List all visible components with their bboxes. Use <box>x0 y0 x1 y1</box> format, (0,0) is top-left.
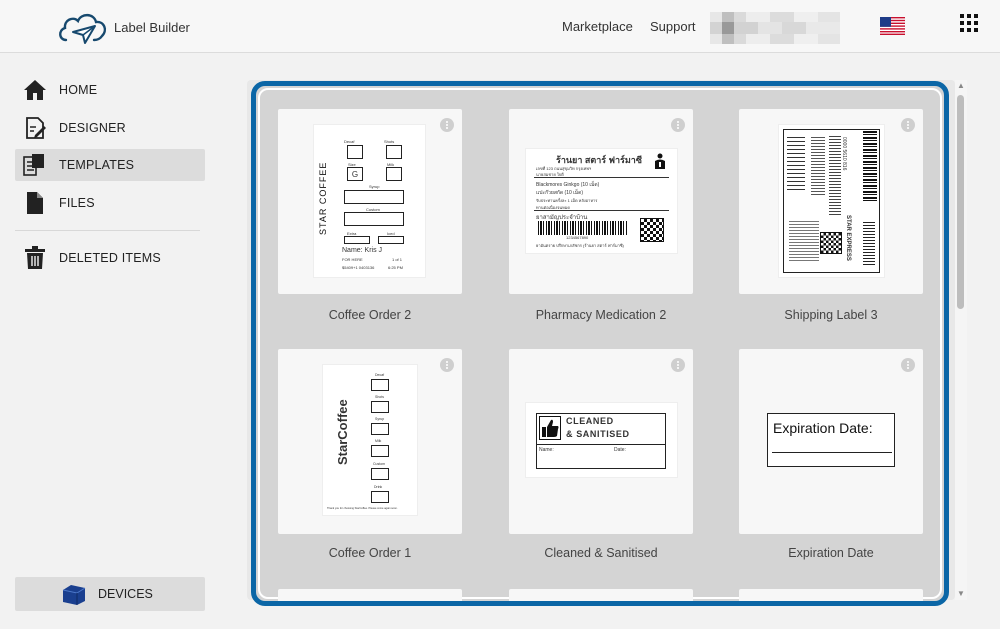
more-options-icon[interactable] <box>671 118 685 132</box>
more-options-icon[interactable] <box>440 118 454 132</box>
template-title[interactable]: Cleaned & Sanitised <box>509 546 693 560</box>
template-card-partial[interactable] <box>739 589 923 601</box>
sidebar-item-designer[interactable]: DESIGNER <box>15 112 205 144</box>
user-account-blurred[interactable] <box>710 12 840 44</box>
more-options-icon[interactable] <box>440 358 454 372</box>
template-card-coffee-order-1[interactable]: StarCoffee Decaf Shots Syrup Milk Custom… <box>278 349 462 534</box>
nav-support[interactable]: Support <box>650 19 696 34</box>
template-card-partial[interactable] <box>278 589 462 601</box>
nav-marketplace[interactable]: Marketplace <box>562 19 633 34</box>
sidebar-item-label: DESIGNER <box>59 121 126 135</box>
template-card-expiration-date[interactable]: Expiration Date: <box>739 349 923 534</box>
devices-button[interactable]: DEVICES <box>15 577 205 611</box>
sidebar-item-deleted[interactable]: DELETED ITEMS <box>15 242 205 274</box>
more-options-icon[interactable] <box>671 358 685 372</box>
template-thumbnail: ร้านยา สตาร์ ฟาร์มาซี เลขที่ 123 ถนนสุขุ… <box>526 149 677 253</box>
sidebar-item-label: FILES <box>59 196 95 210</box>
printer-device-icon <box>62 585 86 605</box>
qr-code <box>640 218 664 242</box>
cloud-logo-icon[interactable] <box>56 10 110 48</box>
home-icon <box>22 77 48 103</box>
template-title[interactable]: Coffee Order 1 <box>278 546 462 560</box>
template-thumbnail: StarCoffee Decaf Shots Syrup Milk Custom… <box>323 365 417 515</box>
barcode <box>863 131 877 201</box>
trash-icon <box>22 245 48 271</box>
qr-code <box>820 232 842 254</box>
template-card-cleaned-sanitised[interactable]: CLEANED & SANITISED Name: Date: <box>509 349 693 534</box>
template-card-partial[interactable] <box>509 589 693 601</box>
thumbs-up-icon <box>539 416 561 440</box>
sidebar-item-templates[interactable]: TEMPLATES <box>15 149 205 181</box>
sidebar: HOME DESIGNER TEMPLATES FILES DELETED IT… <box>0 54 225 629</box>
designer-icon <box>22 115 48 141</box>
template-thumbnail: Expiration Date: <box>767 413 895 467</box>
sidebar-divider <box>15 230 200 231</box>
sidebar-item-label: DELETED ITEMS <box>59 251 161 265</box>
app-title[interactable]: Label Builder <box>114 20 190 35</box>
templates-icon <box>22 152 48 178</box>
sidebar-item-label: TEMPLATES <box>59 158 135 172</box>
template-card-coffee-order-2[interactable]: STAR COFFEE Decaf Shots Size G Milk Syru… <box>278 109 462 294</box>
template-card-pharmacy-medication-2[interactable]: ร้านยา สตาร์ ฟาร์มาซี เลขที่ 123 ถนนสุขุ… <box>509 109 693 294</box>
scroll-up-arrow-icon[interactable]: ▲ <box>956 82 966 90</box>
barcode <box>538 221 628 235</box>
scrollbar-thumb[interactable] <box>957 95 964 309</box>
scroll-down-arrow-icon[interactable]: ▼ <box>956 590 966 598</box>
template-title[interactable]: Shipping Label 3 <box>739 308 923 322</box>
us-flag-icon[interactable] <box>880 17 905 35</box>
app-header: Label Builder Marketplace Support <box>0 0 1000 53</box>
pharmacist-icon <box>655 153 665 169</box>
template-title[interactable]: Coffee Order 2 <box>278 308 462 322</box>
templates-grid: STAR COFFEE Decaf Shots Size G Milk Syru… <box>251 81 949 606</box>
template-title[interactable]: Pharmacy Medication 2 <box>509 308 693 322</box>
file-icon <box>22 190 48 216</box>
sidebar-item-home[interactable]: HOME <box>15 74 205 106</box>
template-thumbnail: STAR COFFEE Decaf Shots Size G Milk Syru… <box>314 125 425 277</box>
sidebar-item-files[interactable]: FILES <box>15 187 205 219</box>
template-title[interactable]: Expiration Date <box>739 546 923 560</box>
template-thumbnail: CLEANED & SANITISED Name: Date: <box>526 403 677 477</box>
grid-apps-icon[interactable] <box>960 14 978 32</box>
more-options-icon[interactable] <box>901 358 915 372</box>
sidebar-item-label: HOME <box>59 83 98 97</box>
more-options-icon[interactable] <box>901 118 915 132</box>
template-card-shipping-label-3[interactable]: 0000 5610 816 STAR EXPRESS <box>739 109 923 294</box>
template-thumbnail: 0000 5610 816 STAR EXPRESS <box>779 125 884 277</box>
devices-label: DEVICES <box>98 587 153 601</box>
